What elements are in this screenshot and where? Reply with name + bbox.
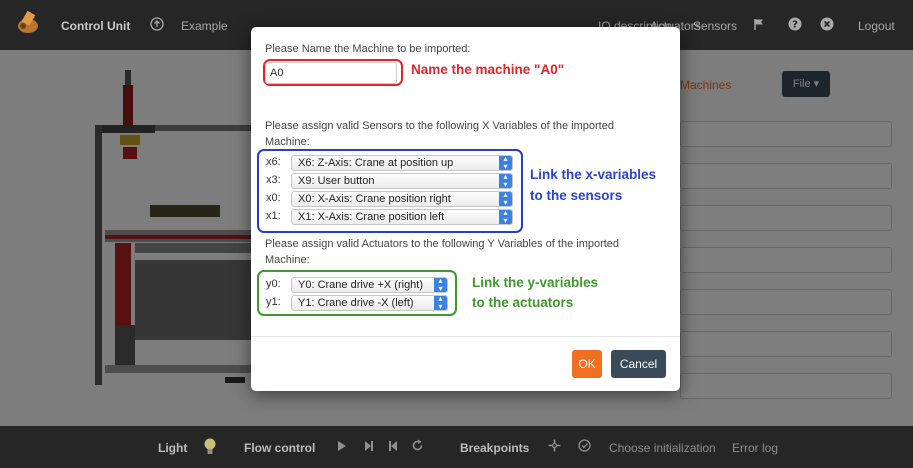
choose-initialization-link[interactable]: Choose initialization: [609, 441, 716, 455]
select-arrows-icon: ▴ ▾: [499, 174, 512, 188]
breakpoints-label: Breakpoints: [460, 441, 530, 455]
step-back-icon[interactable]: [388, 440, 398, 452]
y-annotation-line1: Link the y-variables: [472, 275, 599, 290]
name-prompt: Please Name the Machine to be imported:: [265, 43, 471, 55]
nav-sensors[interactable]: Sensors: [693, 19, 737, 33]
lightbulb-icon[interactable]: [204, 438, 216, 456]
modal-footer-divider: [251, 336, 680, 337]
step-forward-icon[interactable]: [364, 440, 374, 452]
close-circle-icon[interactable]: [820, 17, 834, 31]
x-variable-label: x1:: [266, 210, 281, 222]
select-arrows-icon: ▴ ▾: [434, 278, 447, 292]
x-sensor-select[interactable]: X1: X-Axis: Crane position left ▴ ▾: [291, 209, 513, 225]
select-arrows-icon: ▴ ▾: [499, 192, 512, 206]
x-annotation-line2: to the sensors: [530, 188, 623, 203]
select-arrows-icon: ▴ ▾: [499, 210, 512, 224]
select-arrows-icon: ▴ ▾: [499, 156, 512, 170]
y-actuator-select[interactable]: Y1: Crane drive -X (left) ▴ ▾: [291, 295, 448, 311]
flow-control-label: Flow control: [244, 441, 316, 455]
upload-icon[interactable]: [150, 17, 164, 31]
ok-button[interactable]: OK: [572, 350, 602, 378]
nav-brand[interactable]: Control Unit: [61, 19, 130, 33]
sensor-prompt-line1: Please assign valid Sensors to the follo…: [265, 120, 614, 132]
reset-icon[interactable]: [411, 439, 424, 452]
x-sensor-select[interactable]: X0: X-Axis: Crane position right ▴ ▾: [291, 191, 513, 207]
import-machine-dialog: Please Name the Machine to be imported: …: [251, 27, 680, 391]
actuator-prompt-line1: Please assign valid Actuators to the fol…: [265, 238, 620, 250]
app-logo-icon: [18, 10, 38, 33]
x-variable-label: x3:: [266, 174, 281, 186]
sensor-prompt-line2: Machine:: [265, 136, 310, 148]
y-variable-label: y0:: [266, 278, 281, 290]
error-log-link[interactable]: Error log: [732, 441, 778, 455]
x-variable-label: x0:: [266, 192, 281, 204]
check-circle-icon[interactable]: [578, 439, 591, 452]
select-arrows-icon: ▴ ▾: [434, 296, 447, 310]
nav-logout[interactable]: Logout: [858, 19, 895, 33]
cancel-button[interactable]: Cancel: [611, 350, 666, 378]
x-annotation-line1: Link the x-variables: [530, 167, 657, 182]
bottom-toolbar: Light Flow control Breakpoints Choose in…: [0, 426, 913, 468]
x-variable-label: x6:: [266, 156, 281, 168]
y-annotation-line2: to the actuators: [472, 295, 574, 310]
x-sensor-select[interactable]: X9: User button ▴ ▾: [291, 173, 513, 189]
help-icon[interactable]: ?: [788, 17, 802, 31]
svg-text:?: ?: [792, 20, 798, 31]
name-annotation-text: Name the machine "A0": [411, 62, 565, 77]
machine-name-input[interactable]: A0: [265, 62, 397, 84]
x-sensor-select[interactable]: X6: Z-Axis: Crane at position up ▴ ▾: [291, 155, 513, 171]
y-actuator-select[interactable]: Y0: Crane drive +X (right) ▴ ▾: [291, 277, 448, 293]
y-variable-label: y1:: [266, 296, 281, 308]
light-label: Light: [158, 441, 188, 455]
crosshair-icon[interactable]: [548, 439, 561, 452]
nav-example[interactable]: Example: [181, 19, 228, 33]
flag-icon[interactable]: [752, 17, 766, 31]
actuator-prompt-line2: Machine:: [265, 254, 310, 266]
play-icon[interactable]: [337, 440, 347, 452]
